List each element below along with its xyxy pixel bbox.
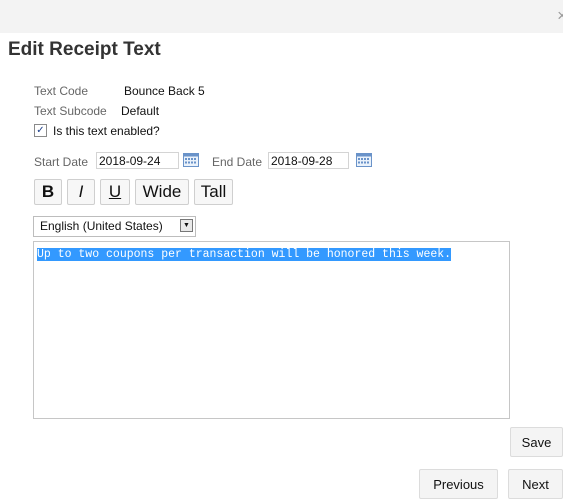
enabled-label[interactable]: Is this text enabled? (53, 124, 160, 138)
checkmark-icon: ✓ (36, 125, 45, 136)
selected-text[interactable]: Up to two coupons per transaction will b… (37, 248, 452, 261)
bold-button[interactable]: B (34, 179, 62, 205)
language-select[interactable]: English (United States) ▼ (33, 216, 196, 237)
save-button[interactable]: Save (510, 427, 563, 457)
dialog-titlebar: × (0, 0, 563, 33)
chevron-down-icon[interactable]: ▼ (180, 219, 193, 232)
start-date-label: Start Date (34, 155, 89, 169)
text-code-label: Text Code (34, 84, 89, 98)
underline-button[interactable]: U (100, 179, 130, 205)
start-date-input[interactable]: 2018-09-24 (96, 152, 179, 169)
language-select-value: English (United States) (40, 219, 163, 233)
next-button[interactable]: Next (508, 469, 563, 499)
calendar-icon[interactable] (356, 153, 372, 167)
italic-button[interactable]: I (67, 179, 95, 205)
text-code-value: Bounce Back 5 (124, 84, 205, 98)
previous-button[interactable]: Previous (419, 469, 498, 499)
end-date-input[interactable]: 2018-09-28 (268, 152, 349, 169)
enabled-checkbox[interactable]: ✓ (34, 124, 47, 137)
end-date-label: End Date (212, 155, 263, 169)
dialog-title: Edit Receipt Text (8, 39, 161, 60)
receipt-text-editor[interactable]: Up to two coupons per transaction will b… (33, 241, 510, 419)
close-icon[interactable]: × (557, 7, 563, 24)
tall-button[interactable]: Tall (194, 179, 233, 205)
calendar-icon[interactable] (183, 153, 199, 167)
text-subcode-label: Text Subcode (34, 104, 107, 118)
wide-button[interactable]: Wide (135, 179, 189, 205)
text-subcode-value: Default (121, 104, 160, 118)
